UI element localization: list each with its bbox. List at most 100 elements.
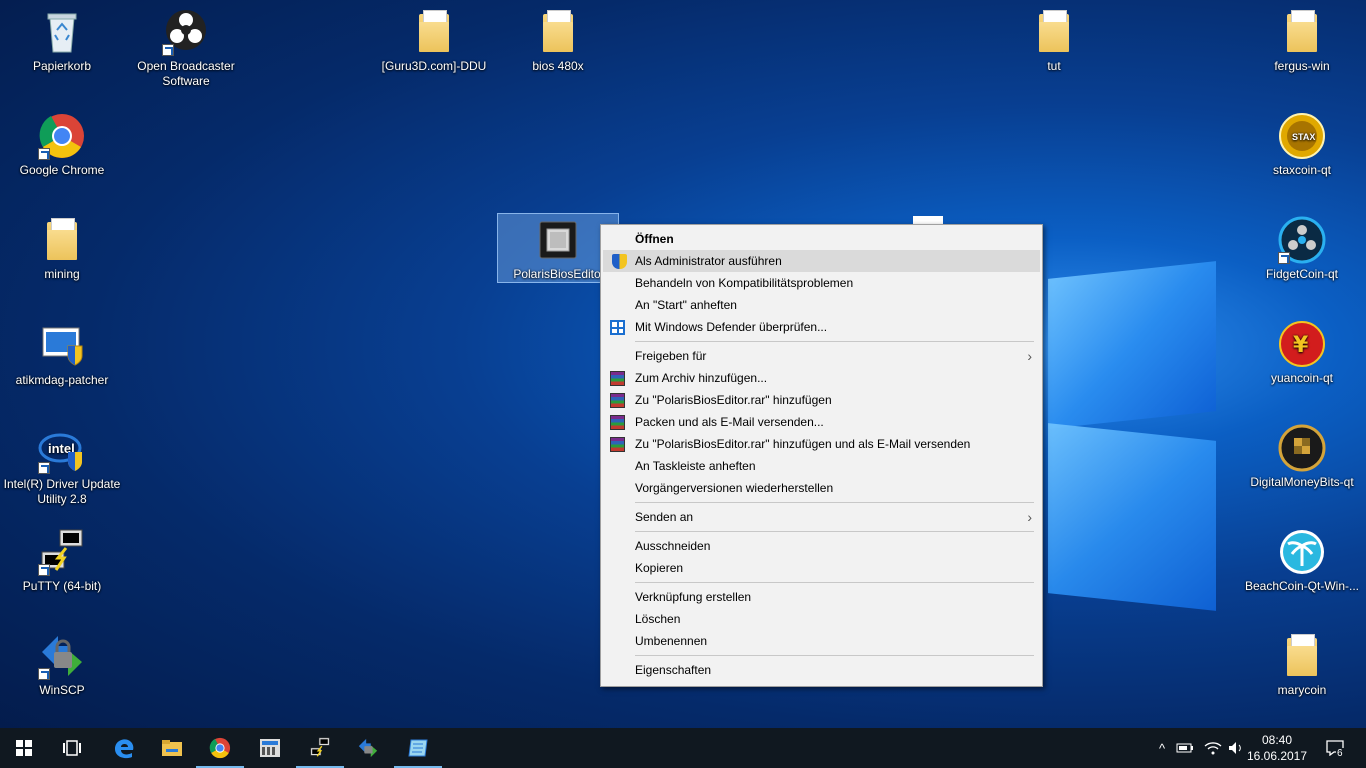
file-explorer-icon[interactable]	[148, 728, 196, 768]
submenu-arrow-icon: ›	[1027, 348, 1032, 364]
battery-icon[interactable]	[1176, 728, 1194, 768]
desktop-icon-label: fergus-win	[1274, 59, 1330, 73]
desktop-icon-label: atikmdag-patcher	[15, 373, 109, 387]
wifi-icon[interactable]	[1204, 728, 1222, 768]
desktop-icon-recycle-bin[interactable]: Papierkorb	[2, 8, 122, 74]
putty-icon[interactable]	[296, 728, 344, 768]
menu-separator	[635, 341, 1034, 342]
winscp-icon	[38, 632, 86, 680]
digitalmoneybits-icon	[1278, 424, 1326, 472]
action-center-icon[interactable]: 6	[1320, 728, 1350, 768]
winrar-icon	[610, 415, 625, 430]
submenu-arrow-icon: ›	[1027, 509, 1032, 525]
desktop-icon-label: PolarisBiosEditor	[513, 267, 605, 281]
desktop-icon-marycoin[interactable]: marycoin	[1242, 632, 1362, 698]
desktop-icon-mining[interactable]: mining	[2, 216, 122, 282]
desktop-icon-obs[interactable]: Open Broadcaster Software	[126, 8, 246, 89]
desktop-icon-chrome[interactable]: Google Chrome	[2, 112, 122, 178]
desktop-icon-atikmdag-patcher[interactable]: atikmdag-patcher	[2, 322, 122, 388]
windows-defender-icon	[610, 320, 625, 335]
menu-item-copy[interactable]: Kopieren	[601, 557, 1042, 579]
desktop-icon-label: DigitalMoneyBits-qt	[1250, 475, 1354, 489]
putty-icon	[38, 528, 86, 576]
desktop-icon-label: BeachCoin-Qt-Win-...	[1244, 579, 1360, 593]
chip-icon	[534, 216, 582, 264]
desktop-icon-label: marycoin	[1277, 683, 1327, 697]
svg-text:STAX: STAX	[1292, 132, 1315, 142]
desktop-icon-fidgetcoin[interactable]: FidgetCoin-qt	[1242, 216, 1362, 282]
obs-icon	[162, 8, 210, 56]
desktop-icon-tut[interactable]: tut	[994, 8, 1114, 74]
menu-item-add-to-rar[interactable]: Zu "PolarisBiosEditor.rar" hinzufügen	[601, 389, 1042, 411]
desktop-icon-intel-driver-update[interactable]: intel Intel(R) Driver Update Utility 2.8	[2, 426, 122, 507]
shortcut-arrow-icon	[162, 44, 174, 56]
menu-item-troubleshoot-compatibility[interactable]: Behandeln von Kompatibilitätsproblemen	[601, 272, 1042, 294]
desktop-icon-winscp[interactable]: WinSCP	[2, 632, 122, 698]
desktop-icon-label: Open Broadcaster Software	[137, 59, 235, 88]
menu-item-compress-email[interactable]: Packen und als E-Mail versenden...	[601, 411, 1042, 433]
uac-shield-icon	[612, 254, 627, 269]
winrar-icon	[610, 437, 625, 452]
menu-item-run-as-admin[interactable]: Als Administrator ausführen	[603, 250, 1040, 272]
beachcoin-icon	[1278, 528, 1326, 576]
menu-item-restore-previous-versions[interactable]: Vorgängerversionen wiederherstellen	[601, 477, 1042, 499]
fidgetcoin-icon	[1278, 216, 1326, 264]
menu-item-create-shortcut[interactable]: Verknüpfung erstellen	[601, 586, 1042, 608]
desktop-icon-digitalmoneybits[interactable]: DigitalMoneyBits-qt	[1242, 424, 1362, 490]
desktop-icon-label: Intel(R) Driver Update Utility 2.8	[3, 477, 121, 506]
folder-icon	[1030, 8, 1078, 56]
tray-overflow-chevron[interactable]: ^	[1154, 728, 1170, 768]
menu-item-properties[interactable]: Eigenschaften	[601, 659, 1042, 681]
task-view-icon[interactable]	[48, 728, 96, 768]
desktop-icon-guru3d-ddu[interactable]: [Guru3D.com]-DDU	[374, 8, 494, 74]
notification-count-badge: 6	[1336, 748, 1344, 759]
menu-separator	[635, 531, 1034, 532]
windows-wallpaper-logo	[1040, 261, 1220, 611]
menu-item-open[interactable]: Öffnen	[601, 228, 1042, 250]
desktop-icon-label: mining	[44, 267, 80, 281]
desktop-icon-fergus-win[interactable]: fergus-win	[1242, 8, 1362, 74]
menu-item-pin-to-taskbar[interactable]: An Taskleiste anheften	[601, 455, 1042, 477]
menu-item-cut[interactable]: Ausschneiden	[601, 535, 1042, 557]
desktop-icon-yuancoin[interactable]: ¥ yuancoin-qt	[1242, 320, 1362, 386]
menu-item-scan-defender[interactable]: Mit Windows Defender überprüfen...	[601, 316, 1042, 338]
menu-separator	[635, 502, 1034, 503]
folder-icon	[38, 216, 86, 264]
staxcoin-icon: STAX	[1278, 112, 1326, 160]
windows-start-icon[interactable]	[0, 728, 48, 768]
winscp-icon[interactable]	[344, 728, 392, 768]
notepad-icon[interactable]	[394, 728, 442, 768]
shortcut-arrow-icon	[38, 668, 50, 680]
menu-item-rename[interactable]: Umbenennen	[601, 630, 1042, 652]
winrar-icon	[610, 371, 625, 386]
taskbar-clock[interactable]: 08:40 16.06.2017	[1246, 732, 1308, 764]
desktop-icon-label: Google Chrome	[19, 163, 105, 177]
chrome-icon	[38, 112, 86, 160]
desktop-icon-bios-480x[interactable]: bios 480x	[498, 8, 618, 74]
menu-item-share-with[interactable]: Freigeben für ›	[601, 345, 1042, 367]
menu-item-add-to-archive[interactable]: Zum Archiv hinzufügen...	[601, 367, 1042, 389]
desktop-icon-label: PuTTY (64-bit)	[22, 579, 102, 593]
menu-item-send-to[interactable]: Senden an ›	[601, 506, 1042, 528]
desktop-icon-label: staxcoin-qt	[1272, 163, 1332, 177]
menu-item-delete[interactable]: Löschen	[601, 608, 1042, 630]
desktop-icon-label: FidgetCoin-qt	[1265, 267, 1339, 281]
menu-item-add-to-rar-email[interactable]: Zu "PolarisBiosEditor.rar" hinzufügen un…	[601, 433, 1042, 455]
desktop-icon-putty[interactable]: PuTTY (64-bit)	[2, 528, 122, 594]
folder-icon	[534, 8, 582, 56]
calculator-icon[interactable]	[246, 728, 294, 768]
clock-date: 16.06.2017	[1246, 749, 1308, 763]
desktop-icon-label: [Guru3D.com]-DDU	[381, 59, 487, 73]
shortcut-arrow-icon	[38, 462, 50, 474]
desktop-icon-label: Papierkorb	[32, 59, 92, 73]
menu-item-pin-to-start[interactable]: An "Start" anheften	[601, 294, 1042, 316]
desktop-icon-label: WinSCP	[39, 683, 85, 697]
desktop-icon-staxcoin[interactable]: STAX staxcoin-qt	[1242, 112, 1362, 178]
volume-icon[interactable]	[1228, 728, 1244, 768]
desktop-icon-label: bios 480x	[532, 59, 584, 73]
chrome-icon[interactable]	[196, 728, 244, 768]
desktop-icon-beachcoin[interactable]: BeachCoin-Qt-Win-...	[1242, 528, 1362, 594]
recycle-bin-icon	[38, 8, 86, 56]
edge-icon[interactable]	[100, 728, 148, 768]
menu-separator	[635, 655, 1034, 656]
